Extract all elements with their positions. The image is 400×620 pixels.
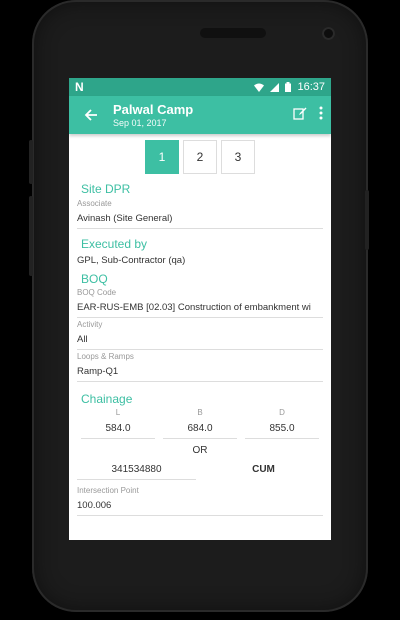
total-quantity-field[interactable]: 341534880 [77, 460, 196, 480]
phone-side-button [29, 196, 33, 276]
edit-icon [293, 107, 307, 120]
page-button-2[interactable]: 2 [183, 140, 217, 174]
loops-ramps-label: Loops & Ramps [77, 352, 134, 361]
section-site-dpr: Site DPR [81, 182, 131, 196]
page-selector: 1 2 3 [77, 140, 323, 174]
associate-label: Associate [77, 199, 112, 208]
unit-label: CUM [252, 464, 275, 475]
phone-side-button [29, 140, 33, 184]
page-subtitle: Sep 01, 2017 [113, 117, 167, 128]
boq-code-field[interactable]: EAR-RUS-EMB [02.03] Construction of emba… [77, 297, 323, 318]
screen: N 16:37 Palwal Camp Sep 01, 2017 1 2 3 S… [69, 78, 331, 540]
app-bar: Palwal Camp Sep 01, 2017 [69, 96, 331, 134]
associate-field[interactable]: Avinash (Site General) [77, 208, 323, 229]
loops-ramps-field[interactable]: Ramp-Q1 [77, 361, 323, 382]
chainage-b-field[interactable]: 684.0 [163, 419, 237, 439]
signal-icon [270, 82, 280, 92]
chainage-d-field[interactable]: 855.0 [245, 419, 319, 439]
edit-button[interactable] [293, 106, 307, 125]
phone-side-button [365, 190, 369, 250]
intersection-point-label: Intersection Point [77, 486, 139, 495]
activity-field[interactable]: All [77, 329, 323, 350]
phone-camera [322, 27, 335, 40]
phone-speaker [200, 28, 266, 38]
more-vertical-icon [319, 106, 323, 119]
chainage-header-l: L [115, 408, 121, 417]
intersection-point-field[interactable]: 100.006 [77, 495, 323, 516]
chainage-header-d: D [279, 408, 285, 417]
page-button-3[interactable]: 3 [221, 140, 255, 174]
more-options-button[interactable] [319, 106, 323, 125]
chainage-header-b: B [197, 408, 203, 417]
boq-code-label: BOQ Code [77, 288, 117, 297]
n-icon: N [75, 80, 84, 94]
form-content: 1 2 3 Site DPR Associate Avinash (Site G… [69, 140, 331, 516]
section-executed-by: Executed by [81, 237, 148, 251]
chainage-grid: L B D 584.0 684.0 855.0 [77, 406, 323, 439]
page-title: Palwal Camp [113, 101, 194, 117]
wifi-icon [254, 83, 265, 92]
total-row: 341534880 CUM [77, 460, 323, 480]
executed-by-value: GPL, Sub-Contractor (qa) [77, 255, 186, 266]
section-chainage: Chainage [81, 392, 133, 406]
battery-icon [285, 82, 292, 92]
back-button[interactable] [69, 108, 113, 122]
status-time: 16:37 [297, 81, 325, 93]
or-label: OR [192, 445, 208, 456]
section-boq: BOQ [81, 272, 108, 286]
back-arrow-icon [84, 109, 97, 121]
status-bar: N 16:37 [69, 78, 331, 96]
chainage-l-field[interactable]: 584.0 [81, 419, 155, 439]
activity-label: Activity [77, 320, 103, 329]
page-button-1[interactable]: 1 [145, 140, 179, 174]
